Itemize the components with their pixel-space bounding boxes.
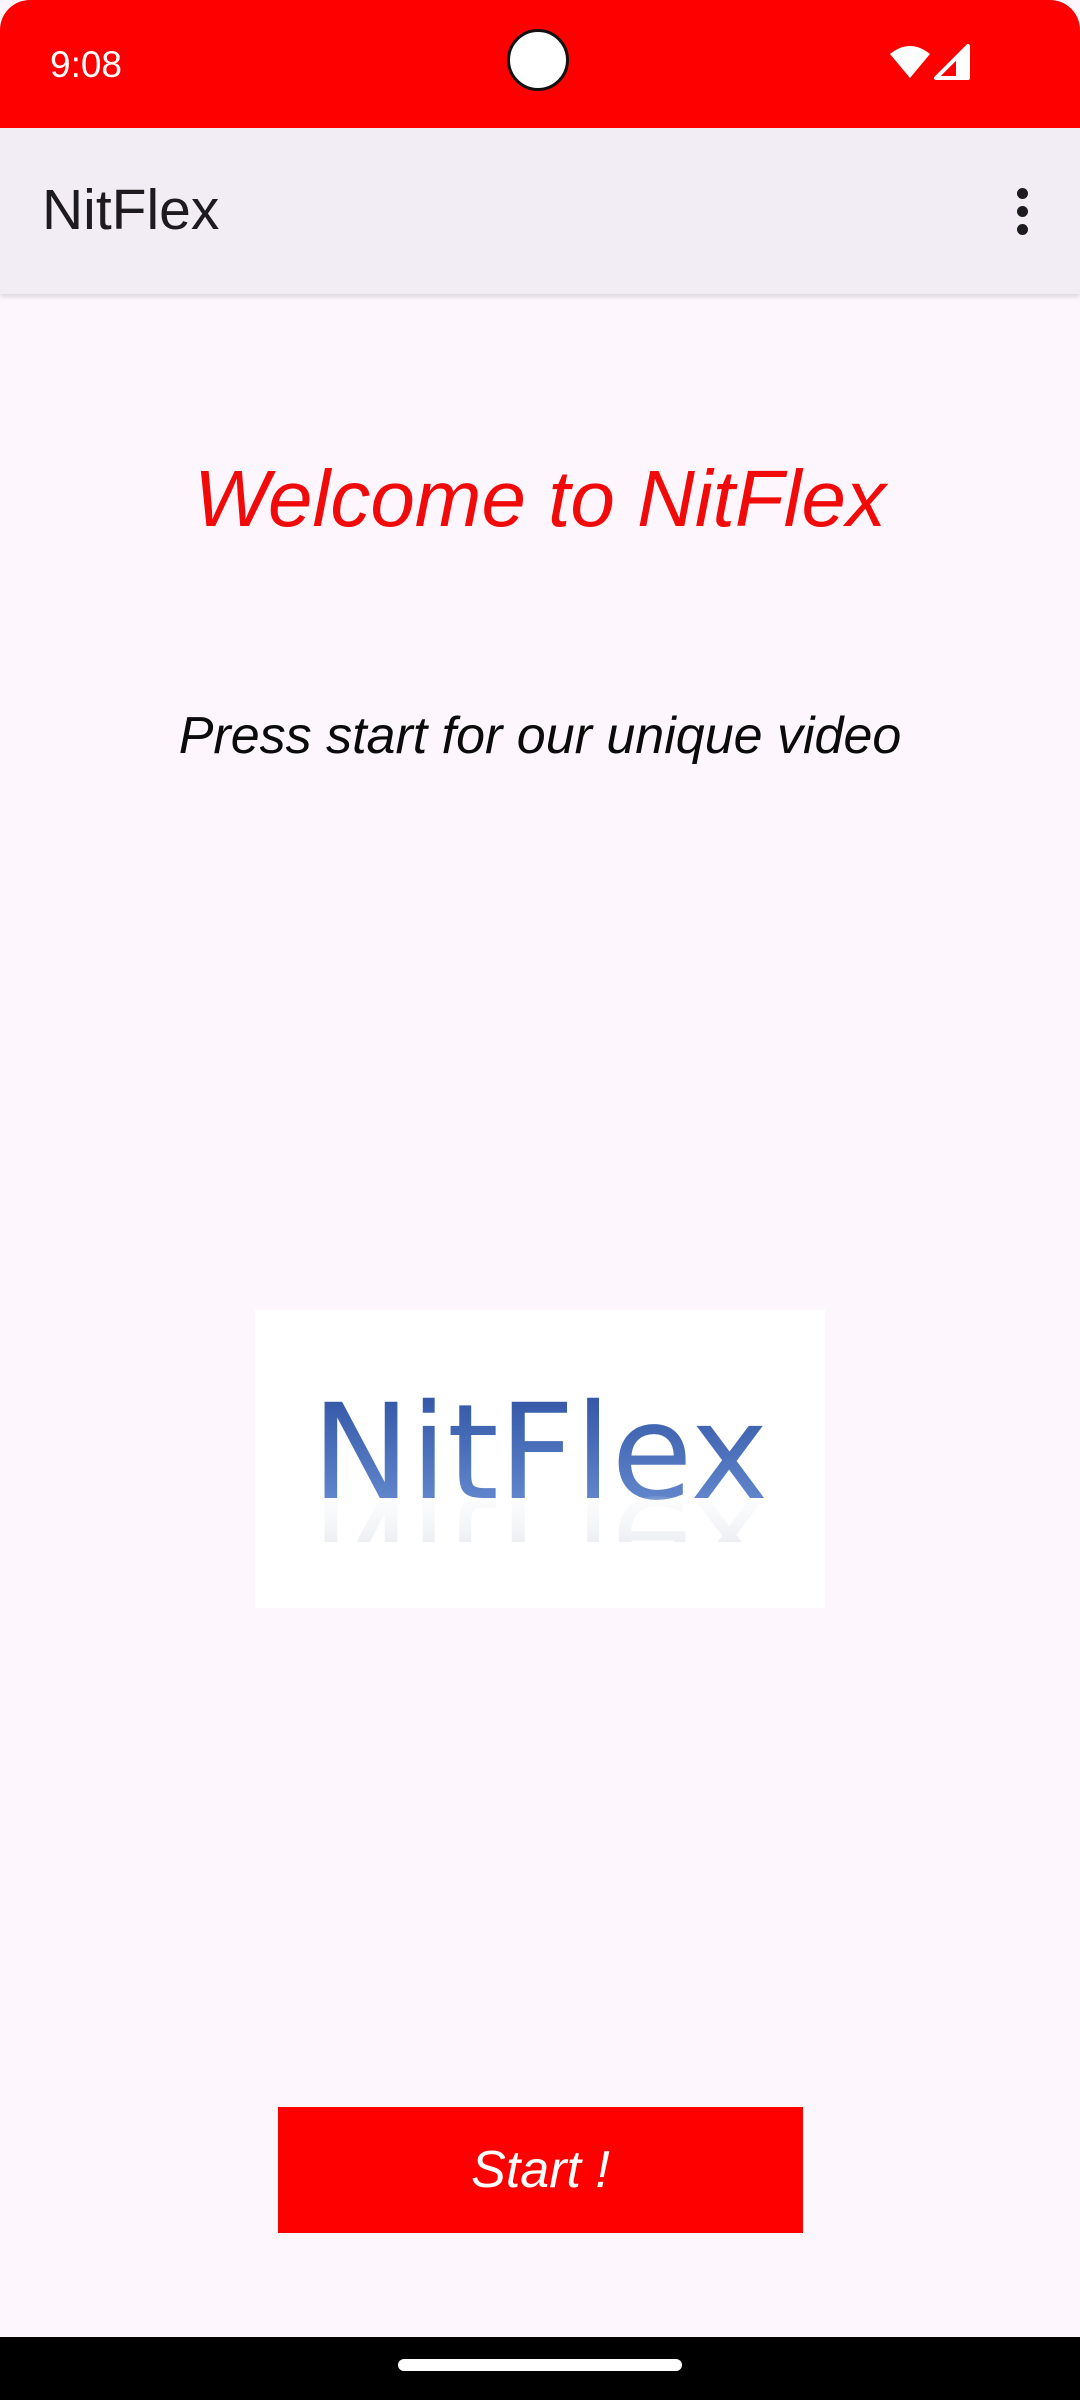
menu-dot bbox=[1016, 205, 1028, 217]
app-title: NitFlex bbox=[42, 178, 220, 242]
welcome-heading: Welcome to NitFlex bbox=[193, 454, 887, 543]
wifi-icon bbox=[890, 46, 930, 78]
menu-dot bbox=[1016, 223, 1028, 235]
camera-cutout bbox=[507, 29, 569, 91]
screen: 9:08 NitFlex Welcome to NitFlex Press st… bbox=[0, 0, 1080, 2400]
start-button[interactable]: Start ! bbox=[278, 2107, 803, 2233]
status-bar: 9:08 bbox=[0, 0, 1080, 128]
more-vert-icon[interactable] bbox=[992, 166, 1052, 256]
navigation-bar bbox=[0, 2337, 1080, 2400]
nitflex-logo-image: NitFlex NitFlex bbox=[255, 1376, 825, 1608]
app-bar: NitFlex bbox=[0, 128, 1080, 294]
subtitle-text: Press start for our unique video bbox=[178, 707, 902, 765]
cellular-signal-icon bbox=[934, 44, 970, 80]
status-time: 9:08 bbox=[50, 44, 123, 85]
menu-dot bbox=[1016, 187, 1028, 199]
nitflex-logo: NitFlex NitFlex bbox=[255, 1310, 825, 1608]
gesture-handle[interactable] bbox=[398, 2359, 682, 2371]
